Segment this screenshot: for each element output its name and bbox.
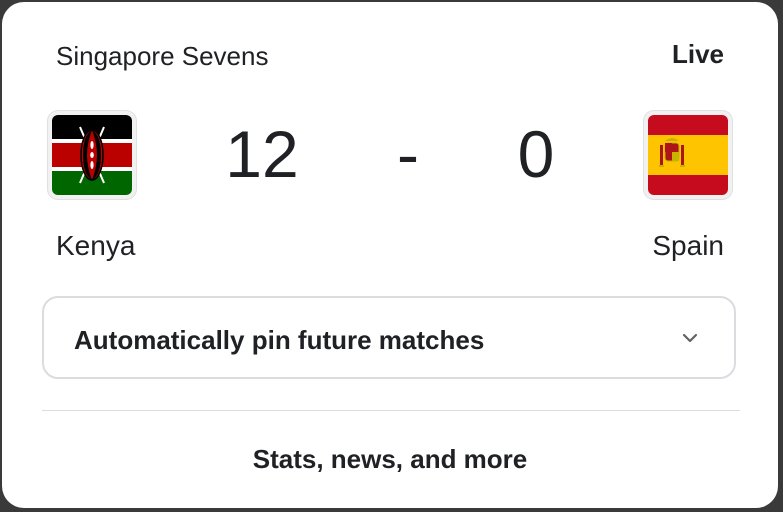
away-score: 0	[517, 117, 555, 191]
pin-future-matches-label: Automatically pin future matches	[74, 325, 485, 355]
home-team-name: Kenya	[56, 230, 136, 261]
tournament-name: Singapore Sevens	[56, 41, 269, 71]
away-team-name: Spain	[652, 230, 724, 261]
divider	[42, 410, 740, 411]
live-status: Live	[671, 39, 724, 69]
kenya-flag-icon	[48, 111, 136, 199]
match-card[interactable]: Singapore Sevens Live 12 - 0 Kenya Spain…	[2, 2, 778, 508]
score-separator: -	[397, 117, 419, 191]
home-score: 12	[225, 117, 299, 191]
spain-flag-icon	[644, 111, 732, 199]
stats-news-link[interactable]: Stats, news, and more	[2, 442, 778, 476]
chevron-down-icon[interactable]	[680, 328, 700, 348]
pin-future-matches-dropdown[interactable]: Automatically pin future matches	[42, 296, 736, 379]
